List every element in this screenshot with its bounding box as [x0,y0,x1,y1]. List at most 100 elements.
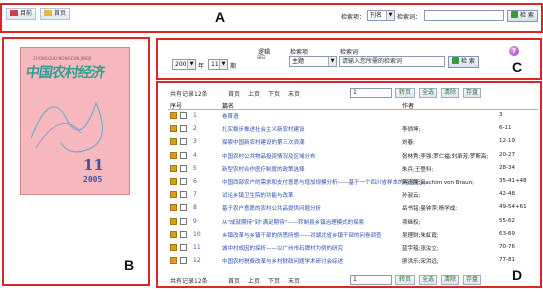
search-button-label: 检 索 [461,58,475,65]
row-checkbox[interactable] [180,191,187,199]
row-checkbox[interactable] [180,230,187,238]
article-author: 廖洪乐;宋洪远; [402,259,439,266]
row-number: 10 [193,230,201,238]
row-checkbox[interactable] [180,151,187,159]
table-row: 4 中国农村公共物品投资情况及区域分布 张林秀;李强;罗仁福;刘承芳;罗斯高; 20-… [168,151,538,161]
first-page-link[interactable]: 首页 [228,276,240,285]
next-page-link[interactable]: 下页 [268,276,280,285]
top-term-label: 检索词： [397,14,422,21]
last-page-link[interactable]: 末页 [288,89,300,98]
chevron-down-icon: ▼ [187,60,195,69]
journal-cover-image: ZHONGGUO NONGCUN JINGJI 中国农村经济 11 2005 [20,47,130,195]
current-button[interactable]: 目前 [6,8,37,20]
panel-label-b: B [124,257,135,273]
cart-icon[interactable] [170,217,177,225]
page-number-input[interactable]: 1 [350,275,392,285]
issue-unit: 期 [230,63,237,70]
row-number: 4 [193,151,197,159]
prev-page-link[interactable]: 上页 [248,89,260,98]
table-row: 2 扎实稳步推进社会主义新农村建设 李炳坤; 6-11 [168,124,538,134]
cart-icon[interactable] [170,138,177,146]
table-row: 1 卷首语 3 [168,111,538,121]
home-button[interactable]: 首页 [40,8,71,20]
table-row: 7 试论乡镇卫生院的功能与改革 孙淑云; 42-48 [168,190,538,200]
cart-icon[interactable] [170,257,177,265]
row-checkbox[interactable] [180,178,187,185]
select-all-button[interactable]: 全选 [419,88,437,98]
results-toolbar-bottom: 共有记录12条 首页 上页 下页 末页 1 转页 全选 清除 存盘 [170,275,481,286]
article-author: 孙淑云; [402,193,421,200]
year-select[interactable]: 2005 ▼ [172,59,196,70]
field-label: 检索项 [290,49,309,56]
article-author: 吴理财;朱虹霞; [402,232,439,239]
chevron-down-icon: ▼ [386,11,394,20]
clear-button[interactable]: 清除 [441,88,459,98]
article-pages: 49-54+61 [499,204,527,211]
cart-icon[interactable] [170,125,177,133]
row-checkbox[interactable] [180,257,187,265]
next-page-link[interactable]: 下页 [268,89,280,98]
row-checkbox[interactable] [180,244,187,251]
row-number: 12 [193,257,201,265]
prev-page-link[interactable]: 上页 [248,276,260,285]
cover-year: 2005 [83,175,103,184]
cart-icon[interactable] [170,164,177,172]
article-author: 朱兵;王登科; [402,166,434,173]
top-field-select[interactable]: 刊名 ▼ [367,10,395,21]
table-row: 6 中国西部农户的需求和支付意愿与增加规模分析——基于一个四川省样本的经验研究 蒋远… [168,177,538,187]
page-number-input[interactable]: 1 [350,88,392,98]
row-checkbox[interactable] [180,112,187,119]
help-icon[interactable]: ? [509,46,519,56]
panel-label-c: C [512,59,523,75]
results-table-header: 序号 篇名 作者 [168,101,538,110]
row-number: 7 [193,191,197,199]
article-pages: 28-34 [499,164,515,171]
table-row: 10 乡镇改革与乡镇干部的所思所想——对湖北省乡镇干部的问卷调查 吴理财;朱虹霞; 6… [168,230,538,240]
field-select-value: 主题 [292,58,305,65]
cart-icon[interactable] [170,178,177,185]
cart-icon[interactable] [170,244,177,251]
cart-icon[interactable] [170,230,177,238]
cover-decoration [30,101,103,153]
row-checkbox[interactable] [180,204,187,212]
table-row: 9 从"成就期待"到"满足期待"——转制县乡镇治理模式的探索 项继权; 55-62 [168,217,538,227]
row-checkbox[interactable] [180,164,187,172]
cart-icon[interactable] [170,112,177,119]
article-title-link[interactable]: 卷首语 [222,112,452,120]
col-number-header: 序号 [170,103,183,110]
select-all-button[interactable]: 全选 [419,275,437,285]
year-unit: 年 [198,63,205,70]
table-row: 8 基于农户意愿的农村公共品提供问题分析 岳书铭;曼钟萍;杨学成; 49-54+61 [168,203,538,213]
table-row: 3 探索中国新农村建设的第三次浪潮 刘春; 12-19 [168,137,538,147]
top-search-button[interactable]: 检 索 [507,10,538,22]
cart-icon[interactable] [170,151,177,159]
article-pages: 3 [499,112,503,118]
cover-issue-number: 11 [83,156,104,174]
record-count: 共有记录12条 [170,91,208,98]
last-page-link[interactable]: 末页 [288,276,300,285]
article-pages: 70-76 [499,244,515,250]
row-checkbox[interactable] [180,138,187,146]
issue-select-value: 11 [211,61,219,68]
article-author: 蓝宇蕴;张汝立; [402,246,439,252]
save-button[interactable]: 存盘 [463,88,481,98]
first-page-link[interactable]: 首页 [228,89,240,98]
logic-add-remove-buttons[interactable]: ⊞⊟ [257,55,265,61]
goto-page-button[interactable]: 转页 [395,275,415,285]
row-number: 3 [193,138,197,146]
article-author: 项继权; [402,219,421,226]
field-select[interactable]: 主题 ▼ [289,56,337,67]
clear-button[interactable]: 清除 [441,275,459,285]
row-checkbox[interactable] [180,125,187,133]
article-pages: 77-81 [499,257,515,264]
search-button[interactable]: 检 索 [448,56,479,68]
row-checkbox[interactable] [180,217,187,225]
goto-page-button[interactable]: 转页 [395,88,415,98]
cart-icon[interactable] [170,191,177,199]
cart-icon[interactable] [170,204,177,212]
term-input[interactable]: 请输入您所需的检索词 [339,56,445,67]
issue-select[interactable]: 11 ▼ [208,59,228,70]
chevron-down-icon: ▼ [328,57,336,66]
top-search-input[interactable] [424,10,504,21]
save-button[interactable]: 存盘 [463,275,481,285]
